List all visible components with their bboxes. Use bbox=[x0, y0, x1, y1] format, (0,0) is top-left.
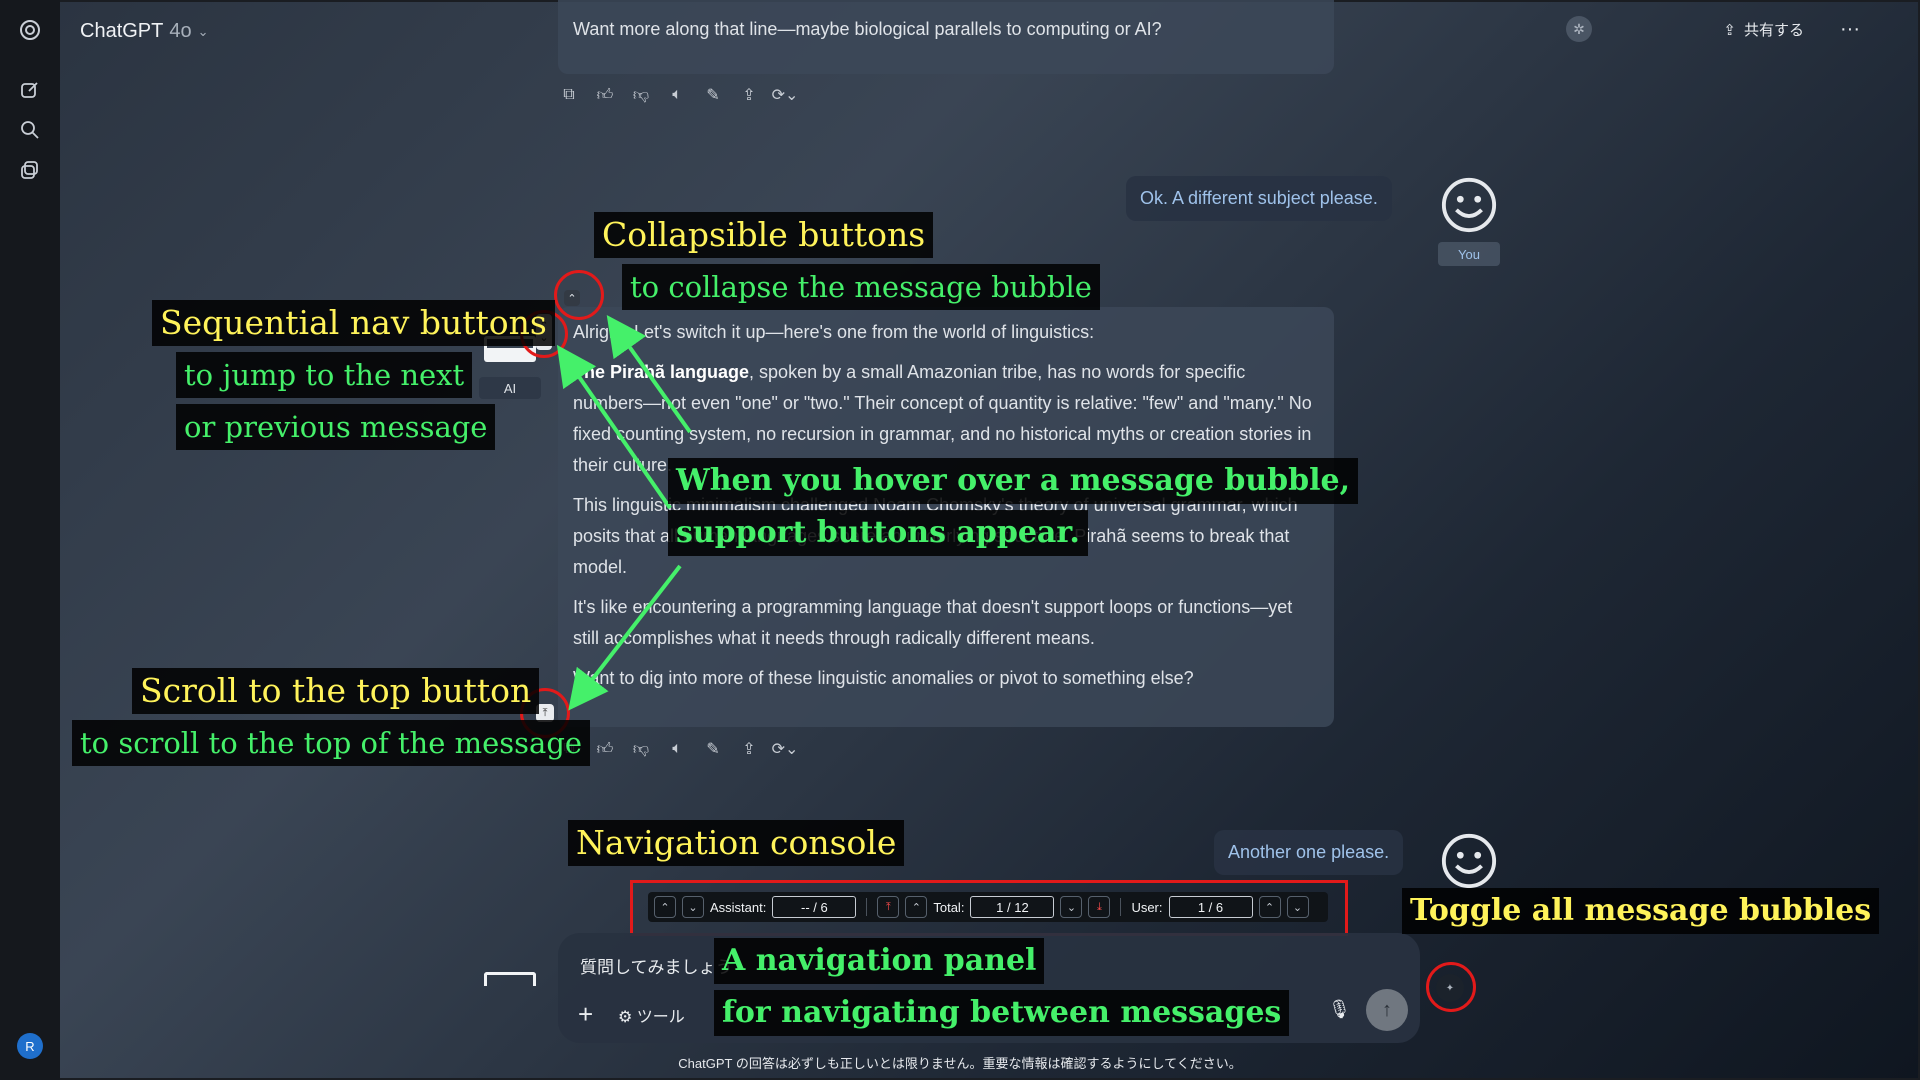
microphone-icon[interactable]: 🎙︎ bbox=[1328, 999, 1351, 1020]
gear-icon[interactable]: ✲ bbox=[1566, 16, 1592, 42]
annotation-seq-title: Sequential nav buttons bbox=[152, 300, 555, 346]
input-avatar-tile bbox=[484, 972, 536, 986]
disclaimer-text: ChatGPT の回答は必ずしも正しいとは限りません。重要な情報は確認するように… bbox=[678, 1056, 1242, 1071]
annotation-scroll-title: Scroll to the top button bbox=[132, 668, 540, 714]
add-attachment-icon[interactable]: + bbox=[578, 999, 593, 1030]
model-selector[interactable]: ChatGPT 4o ⌄ bbox=[80, 20, 209, 43]
header-actions: ⇪ 共有する ··· bbox=[1723, 18, 1860, 41]
user-prev-button[interactable]: ⌃ bbox=[1258, 896, 1281, 918]
left-sidebar: R bbox=[0, 0, 60, 1080]
annotation-scroll-sub: to scroll to the top of the message bbox=[72, 720, 591, 766]
read-aloud-icon[interactable]: 🔈︎ bbox=[666, 84, 688, 106]
share-message-icon[interactable]: ⇪ bbox=[738, 84, 760, 106]
copy-icon[interactable]: ⧉ bbox=[558, 84, 580, 106]
message-text: Ok. A different subject please. bbox=[1140, 188, 1378, 208]
highlight-circle-toggle bbox=[1426, 962, 1476, 1012]
annotation-hover-2: support buttons appear. bbox=[668, 510, 1088, 556]
bold-term: The Pirahã language bbox=[573, 362, 750, 382]
annotation-collapsible-sub: to collapse the message bubble bbox=[622, 264, 1100, 310]
share-button[interactable]: ⇪ 共有する bbox=[1723, 19, 1804, 40]
assistant-next-button[interactable]: ⌄ bbox=[682, 896, 704, 918]
user-next-button[interactable]: ⌄ bbox=[1286, 896, 1309, 918]
annotation-nav-title: Navigation console bbox=[568, 820, 905, 866]
ai-role-label: AI bbox=[479, 377, 541, 399]
total-prev-button[interactable]: ⌃ bbox=[905, 896, 928, 918]
thumbs-up-icon[interactable]: 👍︎ bbox=[594, 84, 616, 106]
jump-to-first-button[interactable]: ⤒ bbox=[877, 896, 900, 918]
user-smiley-icon bbox=[1441, 177, 1497, 233]
annotation-collapsible-title: Collapsible buttons bbox=[594, 212, 934, 258]
new-chat-icon[interactable] bbox=[18, 78, 42, 102]
regenerate-icon[interactable]: ⟳⌄ bbox=[772, 738, 799, 760]
navigation-console: ⌃ ⌄ Assistant: -- / 6 ⤒ ⌃ Total: 1 / 12 … bbox=[648, 892, 1328, 922]
divider bbox=[866, 898, 868, 916]
user-smiley-icon bbox=[1441, 833, 1497, 889]
highlight-circle-collapse bbox=[554, 270, 604, 320]
paragraph: Alright. Let's switch it up—here's one f… bbox=[573, 322, 1095, 342]
annotation-seq-sub2: or previous message bbox=[176, 404, 496, 450]
message-text: Want more along that line—maybe biologic… bbox=[573, 19, 1162, 39]
user-role-label: You bbox=[1438, 242, 1500, 266]
paragraph: Want to dig into more of these linguisti… bbox=[573, 668, 1194, 688]
annotation-panel-2: for navigating between messages bbox=[714, 990, 1290, 1036]
message-actions: ⧉ 👍︎ 👎︎ 🔈︎ ✎ ⇪ ⟳⌄ bbox=[558, 738, 799, 760]
user-message: Another one please. bbox=[1214, 830, 1404, 875]
tools-label: ツール bbox=[636, 1009, 685, 1026]
edit-canvas-icon[interactable]: ✎ bbox=[702, 84, 724, 106]
user-message: Ok. A different subject please. bbox=[1126, 176, 1392, 221]
share-message-icon[interactable]: ⇪ bbox=[738, 738, 760, 760]
share-icon: ⇪ bbox=[1723, 21, 1736, 39]
send-button[interactable]: ↑ bbox=[1366, 989, 1408, 1031]
chevron-down-icon: ⌄ bbox=[197, 23, 209, 39]
message-actions-top: ⧉ 👍︎ 👎︎ 🔈︎ ✎ ⇪ ⟳⌄ bbox=[558, 84, 799, 106]
search-icon[interactable] bbox=[18, 118, 42, 142]
edit-canvas-icon[interactable]: ✎ bbox=[702, 738, 724, 760]
thumbs-down-icon[interactable]: 👎︎ bbox=[630, 738, 652, 760]
divider bbox=[1120, 898, 1122, 916]
assistant-message-previous: Want more along that line—maybe biologic… bbox=[558, 0, 1334, 74]
library-icon[interactable] bbox=[18, 158, 42, 182]
assistant-counter-field[interactable]: -- / 6 bbox=[772, 896, 857, 918]
user-counter-field[interactable]: 1 / 6 bbox=[1168, 896, 1253, 918]
total-counter-field[interactable]: 1 / 12 bbox=[970, 896, 1055, 918]
paragraph: It's like encountering a programming lan… bbox=[573, 597, 1293, 648]
assistant-counter-label: Assistant: bbox=[710, 899, 767, 915]
share-label: 共有する bbox=[1744, 22, 1805, 39]
thumbs-up-icon[interactable]: 👍︎ bbox=[594, 738, 616, 760]
prompt-input[interactable]: 質問してみましょう bbox=[580, 953, 733, 978]
more-options-button[interactable]: ··· bbox=[1840, 18, 1860, 41]
model-version: 4o bbox=[169, 20, 192, 42]
jump-to-last-button[interactable]: ⤓ bbox=[1088, 896, 1111, 918]
openai-logo-icon[interactable] bbox=[18, 18, 42, 42]
total-counter-label: Total: bbox=[933, 899, 965, 915]
user-counter-label: User: bbox=[1131, 899, 1163, 915]
annotation-seq-sub1: to jump to the next bbox=[176, 352, 473, 398]
read-aloud-icon[interactable]: 🔈︎ bbox=[666, 738, 688, 760]
regenerate-icon[interactable]: ⟳⌄ bbox=[772, 84, 799, 106]
thumbs-down-icon[interactable]: 👎︎ bbox=[630, 84, 652, 106]
total-next-button[interactable]: ⌄ bbox=[1060, 896, 1083, 918]
annotation-panel-1: A navigation panel bbox=[714, 938, 1045, 984]
message-text: Another one please. bbox=[1228, 842, 1390, 862]
annotation-hover-1: When you hover over a message bubble, bbox=[668, 458, 1359, 504]
model-name: ChatGPT bbox=[80, 20, 164, 42]
assistant-prev-button[interactable]: ⌃ bbox=[654, 896, 676, 918]
tools-button[interactable]: ⚙︎ ツール bbox=[618, 1003, 685, 1027]
annotation-toggle: Toggle all message bubbles bbox=[1402, 888, 1880, 934]
